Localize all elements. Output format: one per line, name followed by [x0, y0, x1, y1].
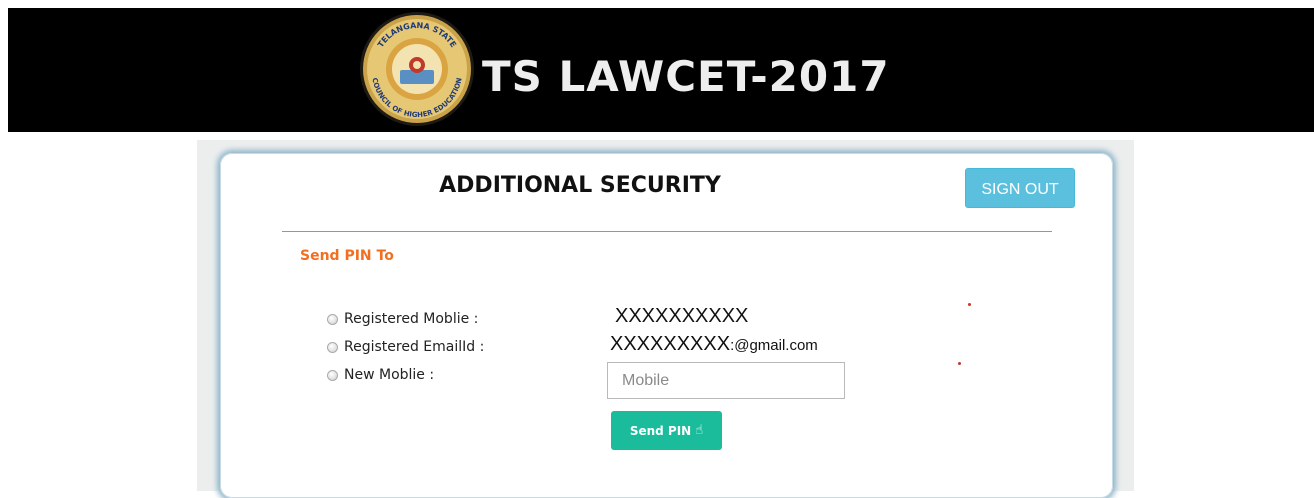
option-new-mobile[interactable]: New Moblie : — [327, 367, 434, 383]
registered-mobile-value: XXXXXXXXXX — [615, 305, 749, 327]
email-domain: :@gmail.com — [730, 337, 818, 354]
security-card: ADDITIONAL SECURITY SIGN OUT Send PIN To… — [220, 153, 1113, 498]
send-pin-to-label: Send PIN To — [300, 248, 394, 264]
send-pin-label: Send PIN — [629, 423, 692, 438]
divider — [282, 231, 1052, 232]
header-banner: TELANGANA STATE COUNCIL OF HIGHER EDUCAT… — [8, 8, 1314, 132]
option-registered-mobile[interactable]: Registered Moblie : — [327, 311, 478, 327]
option-label: New Moblie : — [344, 367, 435, 383]
stray-dot — [968, 303, 971, 306]
mobile-input[interactable] — [607, 362, 845, 399]
option-label: Registered Moblie : — [344, 311, 479, 327]
page-heading: ADDITIONAL SECURITY — [439, 173, 721, 198]
option-registered-email[interactable]: Registered EmailId : — [327, 339, 484, 355]
registered-email-value: XXXXXXXXX:@gmail.com — [610, 333, 818, 356]
radio-registered-email[interactable] — [327, 341, 338, 353]
email-masked: XXXXXXXXX — [610, 333, 731, 355]
send-pin-button[interactable]: Send PIN ☝ — [611, 411, 722, 450]
sign-out-button[interactable]: SIGN OUT — [965, 168, 1075, 208]
radio-registered-mobile[interactable] — [327, 313, 338, 325]
site-title: TS LAWCET-2017 — [482, 52, 890, 101]
tsche-logo: TELANGANA STATE COUNCIL OF HIGHER EDUCAT… — [360, 12, 474, 126]
radio-new-mobile[interactable] — [327, 369, 338, 381]
stray-dot — [958, 362, 961, 365]
hand-pointer-icon: ☝ — [695, 423, 704, 438]
option-label: Registered EmailId : — [344, 339, 485, 355]
